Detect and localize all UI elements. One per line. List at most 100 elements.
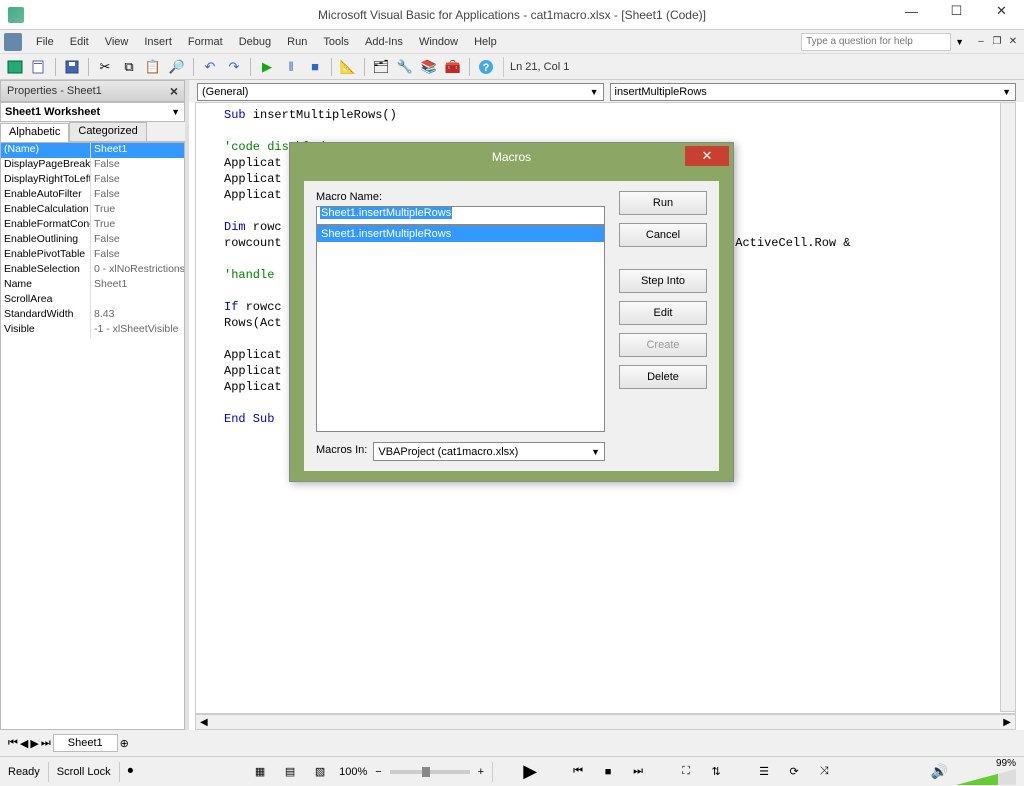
properties-object-dropdown[interactable]: Sheet1 Worksheet ▼ [0,102,185,122]
undo-icon[interactable]: ↶ [199,56,221,78]
property-row[interactable]: DisplayPageBreaksFalse [1,158,184,173]
copy-icon[interactable]: ⧉ [118,56,140,78]
project-explorer-icon[interactable]: 🗂 [370,56,392,78]
zoom-out-icon[interactable]: − [375,766,381,778]
properties-close-button[interactable]: × [170,83,178,99]
tab-nav-prev-icon[interactable]: ◀ [20,737,28,750]
toolbox-icon[interactable]: 🧰 [442,56,464,78]
dialog-title: Macros [492,150,531,164]
property-row[interactable]: (Name)Sheet1 [1,143,184,158]
edit-button[interactable]: Edit [619,301,707,325]
menu-file[interactable]: File [28,33,62,51]
delete-button[interactable]: Delete [619,365,707,389]
macro-name-input[interactable]: Sheet1.insertMultipleRows [316,206,605,225]
mdi-restore-button[interactable]: ❐ [990,35,1004,49]
menu-run[interactable]: Run [279,33,315,51]
menu-addins[interactable]: Add-Ins [357,33,411,51]
stop-icon[interactable]: ■ [597,761,619,783]
design-mode-icon[interactable]: 📐 [337,56,359,78]
list-icon[interactable]: ☰ [753,761,775,783]
mdi-minimize-button[interactable]: – [974,35,988,49]
insert-module-icon[interactable] [28,56,50,78]
play-icon[interactable]: ▶ [519,761,541,783]
mdi-close-button[interactable]: ✕ [1006,35,1020,49]
property-row[interactable]: StandardWidth8.43 [1,308,184,323]
menu-format[interactable]: Format [180,33,231,51]
tab-alphabetic[interactable]: Alphabetic [0,123,69,142]
menubar: File Edit View Insert Format Debug Run T… [0,30,1024,54]
property-row[interactable]: Visible-1 - xlSheetVisible [1,323,184,338]
property-row[interactable]: EnableOutliningFalse [1,233,184,248]
step-into-button[interactable]: Step Into [619,269,707,293]
property-row[interactable]: EnableFormatConditionsCalculationTrue [1,218,184,233]
menu-insert[interactable]: Insert [136,33,180,51]
window-minimize-button[interactable]: — [889,0,934,22]
property-row[interactable]: DisplayRightToLeftFalse [1,173,184,188]
cut-icon[interactable]: ✂ [94,56,116,78]
vertical-scrollbar[interactable] [1000,102,1016,712]
horizontal-scrollbar[interactable]: ◀ ▶ [195,714,1016,730]
help-search-dropdown-icon[interactable]: ▼ [955,37,964,47]
property-row[interactable]: ScrollArea [1,293,184,308]
save-icon[interactable] [61,56,83,78]
redo-icon[interactable]: ↷ [223,56,245,78]
property-row[interactable]: NameSheet1 [1,278,184,293]
properties-window-icon[interactable]: 🔧 [394,56,416,78]
view-normal-icon[interactable]: ▦ [249,761,271,783]
tab-nav-first-icon[interactable]: ⏮ [8,737,18,750]
run-button[interactable]: Run [619,191,707,215]
record-macro-icon[interactable]: ⏺ [128,765,134,778]
dialog-titlebar[interactable]: Macros ✕ [290,143,733,171]
tab-nav-last-icon[interactable]: ⏭ [41,737,51,750]
property-row[interactable]: EnableSelection0 - xlNoRestrictions [1,263,184,278]
break-icon[interactable]: ‖ [280,56,302,78]
help-icon[interactable]: ? [475,56,497,78]
menu-debug[interactable]: Debug [231,33,279,51]
view-layout-icon[interactable]: ▤ [279,761,301,783]
zoom-slider[interactable] [390,770,470,774]
property-row[interactable]: EnableCalculationTrue [1,203,184,218]
dialog-close-button[interactable]: ✕ [685,146,729,166]
window-close-button[interactable]: ✕ [979,0,1024,22]
menu-help[interactable]: Help [466,33,505,51]
skip-forward-icon[interactable]: ⏭ [627,761,649,783]
settings-icon[interactable]: ⇅ [705,761,727,783]
menu-window[interactable]: Window [411,33,466,51]
property-row[interactable]: EnableAutoFilterFalse [1,188,184,203]
window-titlebar: Microsoft Visual Basic for Applications … [0,0,1024,30]
shuffle-icon[interactable]: ⤨ [813,761,835,783]
fullscreen-icon[interactable]: ⛶ [675,761,697,783]
repeat-icon[interactable]: ⟳ [783,761,805,783]
find-icon[interactable]: 🔎 [166,56,188,78]
volume-icon[interactable]: 🔊 [931,763,948,780]
macro-list[interactable]: Sheet1.insertMultipleRows [316,225,605,432]
tab-nav-next-icon[interactable]: ▶ [30,737,38,750]
view-pagebreak-icon[interactable]: ▧ [309,761,331,783]
property-row[interactable]: EnablePivotTableFalse [1,248,184,263]
skip-back-icon[interactable]: ⏮ [567,761,589,783]
volume-slider[interactable] [956,769,1016,785]
menu-edit[interactable]: Edit [62,33,97,51]
menu-tools[interactable]: Tools [315,33,357,51]
add-sheet-icon[interactable]: ⊕ [120,737,129,750]
tab-sheet1[interactable]: Sheet1 [53,734,118,752]
procedure-dropdown[interactable]: insertMultipleRows▼ [610,83,1017,101]
window-maximize-button[interactable]: ☐ [934,0,979,22]
cancel-button[interactable]: Cancel [619,223,707,247]
excel-icon[interactable] [4,33,22,51]
properties-grid[interactable]: (Name)Sheet1DisplayPageBreaksFalseDispla… [0,142,185,730]
view-excel-icon[interactable] [4,56,26,78]
zoom-level[interactable]: 100% [339,766,367,778]
macro-list-item[interactable]: Sheet1.insertMultipleRows [317,226,604,242]
run-icon[interactable]: ▶ [256,56,278,78]
object-dropdown[interactable]: (General)▼ [197,83,604,101]
help-search-input[interactable] [801,33,951,51]
object-browser-icon[interactable]: 📚 [418,56,440,78]
zoom-in-icon[interactable]: + [478,766,484,778]
reset-icon[interactable]: ■ [304,56,326,78]
menu-view[interactable]: View [97,33,137,51]
tab-categorized[interactable]: Categorized [69,122,146,141]
sheet-tab-bar: ⏮ ◀ ▶ ⏭ Sheet1 ⊕ [0,730,1024,756]
paste-icon[interactable]: 📋 [142,56,164,78]
macros-in-dropdown[interactable]: VBAProject (cat1macro.xlsx)▼ [373,442,605,461]
